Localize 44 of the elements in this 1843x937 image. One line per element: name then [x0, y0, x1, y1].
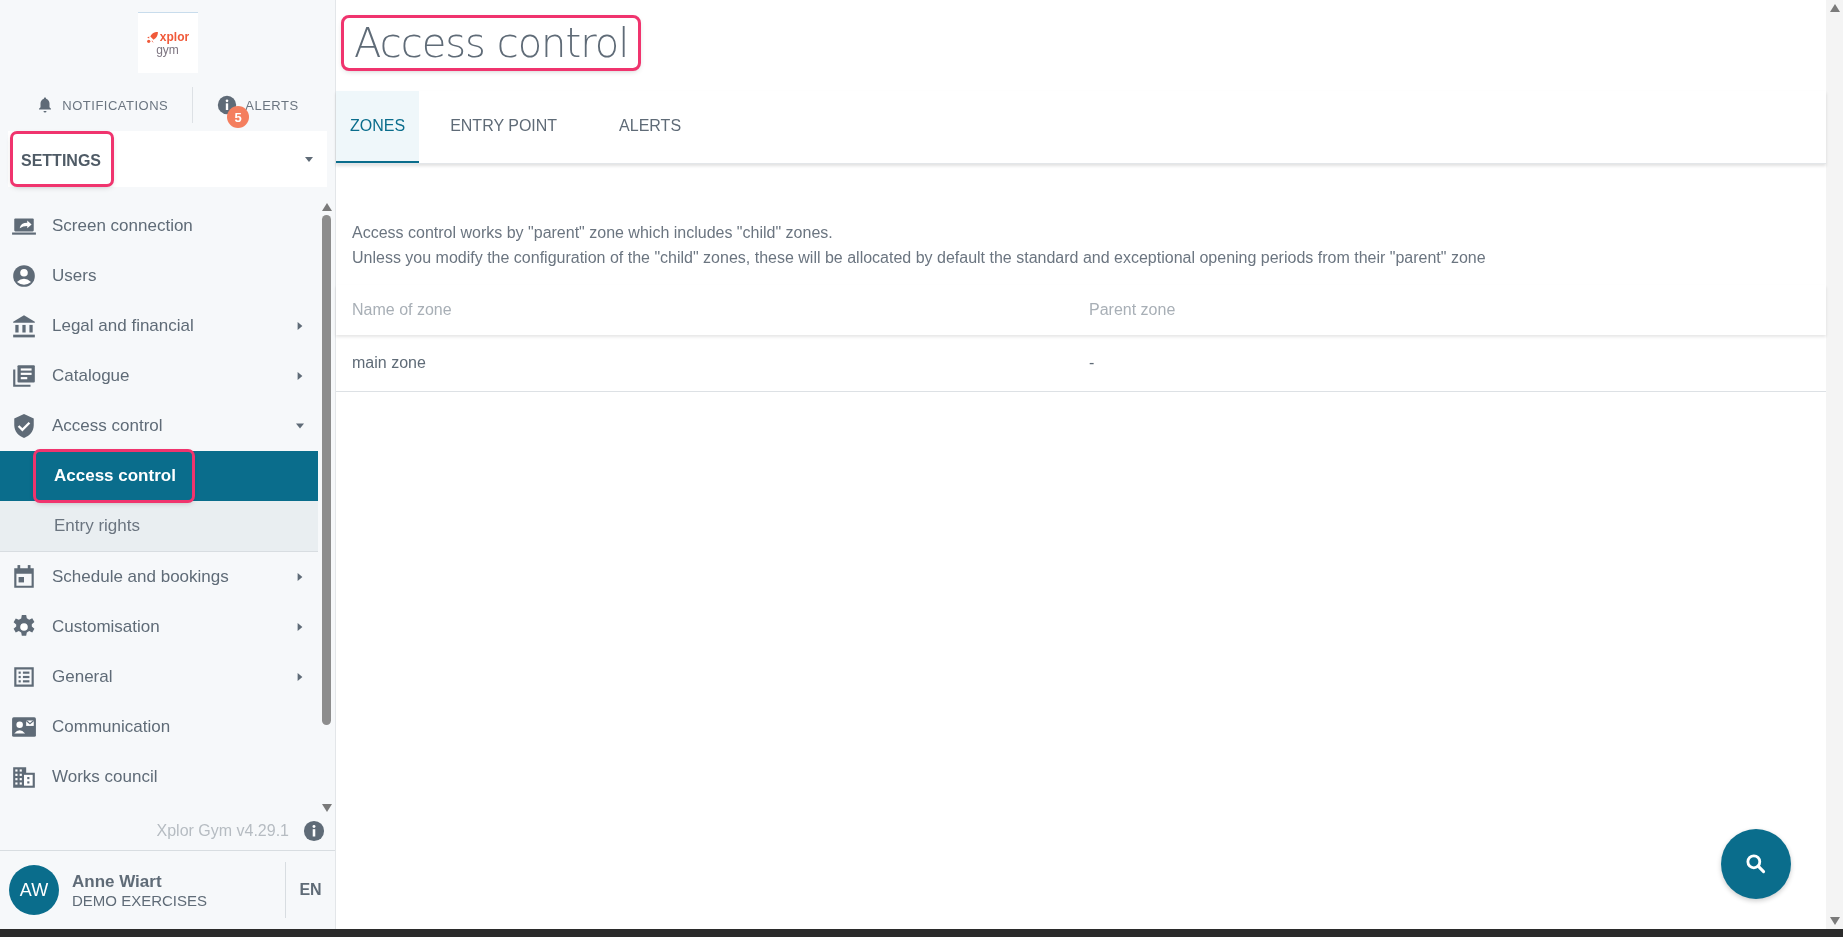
submenu-item[interactable]: Access control [0, 451, 318, 501]
notifications-button[interactable]: NOTIFICATIONS [36, 96, 169, 114]
menu-item[interactable]: Legal and financial [0, 301, 318, 351]
info-icon[interactable] [303, 820, 325, 842]
menu-item[interactable]: Communication [0, 702, 318, 752]
menu-item[interactable]: Screen connection [0, 201, 318, 251]
version-text: Xplor Gym v4.29.1 [156, 822, 289, 840]
column-header: Name of zone [352, 301, 453, 319]
menu-item[interactable]: Schedule and bookings [0, 552, 318, 602]
tab[interactable]: ZONES [336, 91, 420, 163]
table-row[interactable]: main zone - [336, 335, 1826, 392]
bank-icon [11, 313, 37, 339]
rocket-icon [145, 30, 159, 44]
language-button[interactable]: EN [285, 862, 335, 918]
alerts-button[interactable]: 5 ALERTS [217, 95, 299, 131]
column-header: Parent zone [1089, 301, 1177, 319]
user-icon [11, 263, 37, 289]
search-button[interactable] [1721, 829, 1791, 899]
organisation-name: DEMO EXERCISES [72, 891, 209, 909]
logo-brand: xplor [145, 30, 190, 44]
avatar[interactable]: AW [9, 865, 59, 915]
user-name: Anne Wiart [72, 871, 163, 892]
submenu-item[interactable]: Entry rights [0, 501, 318, 551]
menu-item[interactable]: Works council [0, 752, 318, 802]
calendar-icon [11, 564, 37, 590]
description-text: Access control works by "parent" zone which includes "child" zones. [352, 223, 834, 243]
menu-item[interactable]: Catalogue [0, 351, 318, 401]
logo-product: gym [156, 43, 179, 56]
menu-item[interactable]: Access control [0, 401, 318, 451]
tab[interactable]: ENTRY POINT [419, 91, 589, 163]
tab[interactable]: ALERTS [588, 91, 713, 163]
description-text: Unless you modify the configuration of the "child" zones, these will be allocated by default the standard and exceptional opening periods from their "parent" zone [352, 248, 1487, 268]
section-dropdown[interactable]: SETTINGS [8, 131, 327, 187]
menu-item[interactable]: General [0, 652, 318, 702]
catalogue-icon [11, 363, 37, 389]
caret-icon [305, 156, 313, 162]
scrollbar[interactable] [1826, 0, 1843, 929]
contact-card-icon [11, 714, 37, 740]
page-title: Access control [344, 18, 639, 68]
menu-item[interactable]: Customisation [0, 602, 318, 652]
building-icon [11, 764, 37, 790]
shield-check-icon [11, 413, 37, 439]
list-icon [11, 664, 37, 690]
menu-item[interactable]: Users [0, 251, 318, 301]
